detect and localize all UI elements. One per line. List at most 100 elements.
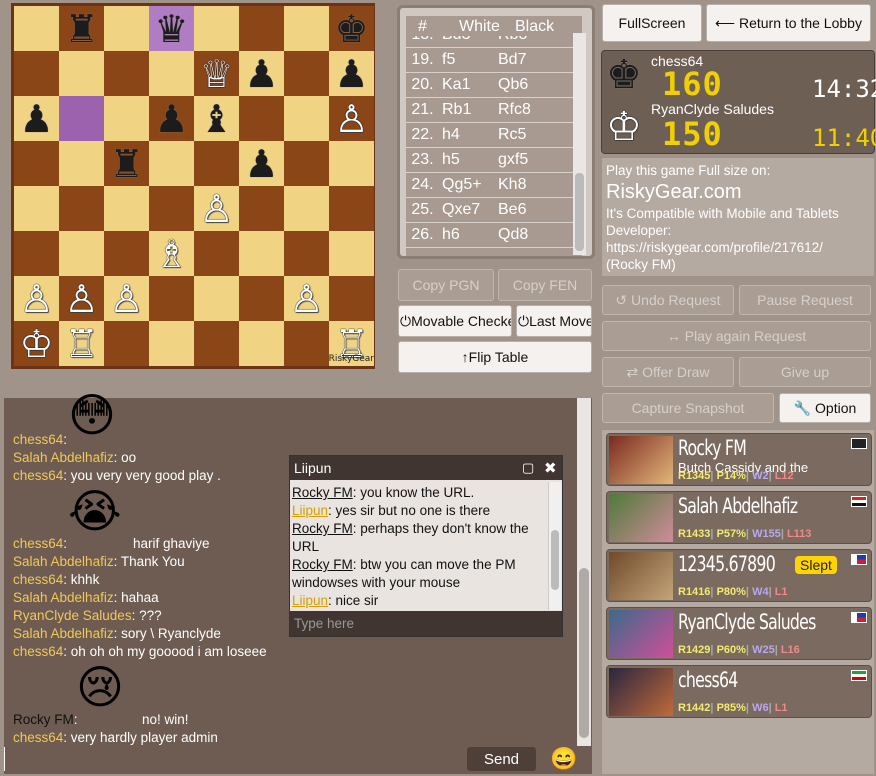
- emoji-picker-icon[interactable]: 😄: [550, 747, 577, 771]
- avatar[interactable]: [609, 436, 673, 484]
- board-square[interactable]: [239, 96, 284, 141]
- board-square[interactable]: ♙: [59, 276, 104, 321]
- pm-sender-name[interactable]: Rocky FM: [292, 485, 353, 500]
- board-square[interactable]: [149, 51, 194, 96]
- board-square[interactable]: ♟: [239, 51, 284, 96]
- board-square[interactable]: [194, 276, 239, 321]
- board-square[interactable]: [284, 51, 329, 96]
- board-square[interactable]: [149, 186, 194, 231]
- chat-scrollbar[interactable]: [577, 398, 591, 746]
- board-square[interactable]: [14, 141, 59, 186]
- avatar[interactable]: [609, 552, 673, 600]
- black-rook-icon[interactable]: ♜: [109, 145, 143, 183]
- board-square[interactable]: [104, 96, 149, 141]
- close-icon[interactable]: ✖: [544, 459, 557, 477]
- board-square[interactable]: ♗: [149, 231, 194, 276]
- board-square[interactable]: [194, 6, 239, 51]
- black-pawn-icon[interactable]: ♟: [334, 55, 368, 93]
- board-square[interactable]: ♙: [104, 276, 149, 321]
- move-row[interactable]: 22. h4 Rc5: [406, 123, 582, 148]
- flip-table-button[interactable]: ↑ Flip Table: [398, 341, 592, 373]
- user-card[interactable]: Rocky FM Butch Cassidy and the R1345| P14%…: [606, 433, 872, 486]
- black-bishop-icon[interactable]: ♝: [199, 100, 233, 138]
- board-square[interactable]: [59, 186, 104, 231]
- board-square[interactable]: [239, 276, 284, 321]
- chat-input[interactable]: [4, 747, 464, 771]
- pm-sender-name[interactable]: Rocky FM: [292, 557, 353, 572]
- board-square[interactable]: ♛: [149, 6, 194, 51]
- pm-sender-name[interactable]: Liipun: [292, 503, 328, 518]
- pm-scrollbar[interactable]: [548, 482, 561, 610]
- board-square[interactable]: [194, 231, 239, 276]
- board-square[interactable]: [14, 6, 59, 51]
- board-square[interactable]: ♝: [194, 96, 239, 141]
- white-pawn-icon[interactable]: ♙: [334, 100, 368, 138]
- black-pawn-icon[interactable]: ♟: [19, 100, 53, 138]
- offer-draw-button[interactable]: ⇄ Offer Draw: [602, 357, 734, 387]
- board-square[interactable]: [239, 186, 284, 231]
- move-list-scrollbar[interactable]: [573, 33, 586, 255]
- user-card[interactable]: Salah Abdelhafiz R1433| P57%| W155| L113: [606, 491, 872, 544]
- black-pawn-icon[interactable]: ♟: [244, 55, 278, 93]
- black-queen-icon[interactable]: ♛: [154, 10, 188, 48]
- board-square[interactable]: ♜: [104, 141, 149, 186]
- board-square[interactable]: [149, 141, 194, 186]
- undo-request-button[interactable]: ↺ Undo Request: [602, 285, 734, 315]
- move-row[interactable]: 26. h6 Qd8: [406, 223, 582, 248]
- board-square[interactable]: ♖ RiskyGear: [329, 321, 374, 366]
- board-square[interactable]: [194, 141, 239, 186]
- pm-sender-name[interactable]: Liipun: [292, 593, 328, 608]
- chess-board[interactable]: ♜ ♛ ♚ ♕ ♟ ♟ ♟ ♟ ♝ ♙ ♜ ♟ ♙ ♗ ♙ ♙ ♙ ♙ ♔ ♖ ♖ RiskyGear: [11, 3, 375, 369]
- white-bishop-icon[interactable]: ♗: [154, 235, 188, 273]
- move-list-scroll-thumb[interactable]: [575, 173, 584, 251]
- board-grid[interactable]: ♜ ♛ ♚ ♕ ♟ ♟ ♟ ♟ ♝ ♙ ♜ ♟ ♙ ♗ ♙ ♙ ♙ ♙ ♔ ♖ ♖ RiskyGear: [14, 6, 374, 366]
- board-square[interactable]: ♟: [239, 141, 284, 186]
- avatar[interactable]: [609, 668, 673, 716]
- board-square[interactable]: [59, 141, 104, 186]
- white-pawn-icon[interactable]: ♙: [199, 190, 233, 228]
- white-pawn-icon[interactable]: ♙: [64, 280, 98, 318]
- board-square[interactable]: [104, 321, 149, 366]
- board-square[interactable]: ♙: [194, 186, 239, 231]
- board-square[interactable]: [104, 186, 149, 231]
- board-square[interactable]: ♔: [14, 321, 59, 366]
- board-square[interactable]: [329, 141, 374, 186]
- avatar[interactable]: [609, 610, 673, 658]
- board-square[interactable]: [284, 186, 329, 231]
- copy-fen-button[interactable]: Copy FEN: [498, 269, 592, 301]
- black-pawn-icon[interactable]: ♟: [244, 145, 278, 183]
- pm-input[interactable]: Type here: [290, 611, 562, 636]
- fullscreen-button[interactable]: FullScreen: [602, 4, 702, 42]
- play-again-request-button[interactable]: ↔ Play again Request: [602, 321, 871, 351]
- user-card[interactable]: 12345.67890 R1416| P80%| W4| L1 Slept: [606, 549, 872, 602]
- board-square[interactable]: [104, 51, 149, 96]
- board-square[interactable]: [239, 321, 284, 366]
- move-row[interactable]: 25. Qxe7 Be6: [406, 198, 582, 223]
- user-card[interactable]: RyanClyde Saludes R1429| P60%| W25| L16: [606, 607, 872, 660]
- board-square[interactable]: [329, 231, 374, 276]
- board-square[interactable]: ♖: [59, 321, 104, 366]
- info-developer-link[interactable]: https://riskygear.com/profile/217612/: [606, 239, 870, 256]
- board-square[interactable]: [149, 321, 194, 366]
- board-square[interactable]: [329, 186, 374, 231]
- board-square[interactable]: [149, 276, 194, 321]
- board-square[interactable]: [14, 186, 59, 231]
- board-square[interactable]: [239, 6, 284, 51]
- board-square[interactable]: ♚: [329, 6, 374, 51]
- board-square[interactable]: [14, 231, 59, 276]
- white-pawn-icon[interactable]: ♙: [19, 280, 53, 318]
- movable-checkers-button[interactable]: ⏻Movable Checkers: [398, 305, 512, 337]
- private-message-window[interactable]: Liipun ▢ ✖ Rocky FM: you know the URL. Li…: [289, 455, 563, 637]
- board-square[interactable]: ♟: [14, 96, 59, 141]
- move-row[interactable]: 19. f5 Bd7: [406, 48, 582, 73]
- white-king-icon[interactable]: ♔: [19, 325, 53, 363]
- board-square[interactable]: ♜: [59, 6, 104, 51]
- board-square[interactable]: ♙: [284, 276, 329, 321]
- info-site-link[interactable]: RiskyGear.com: [606, 179, 870, 205]
- capture-snapshot-button[interactable]: Capture Snapshot: [602, 393, 774, 423]
- minimize-icon[interactable]: ▢: [522, 460, 534, 476]
- board-square[interactable]: ♙: [329, 96, 374, 141]
- move-row[interactable]: 20. Ka1 Qb6: [406, 73, 582, 98]
- board-square[interactable]: [284, 321, 329, 366]
- avatar[interactable]: [609, 494, 673, 542]
